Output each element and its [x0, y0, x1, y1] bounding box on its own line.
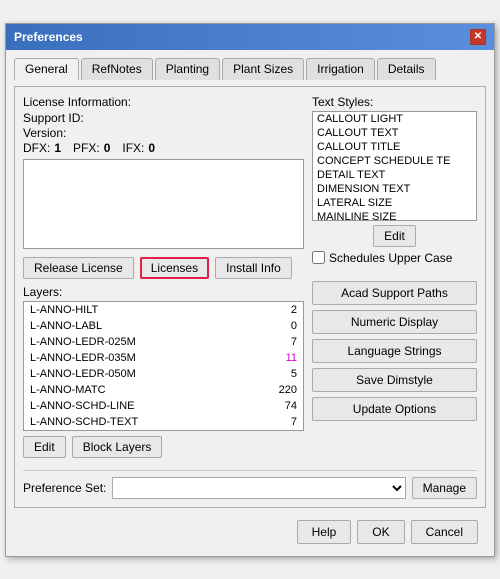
numeric-display-button[interactable]: Numeric Display	[312, 310, 477, 334]
preference-set-row: Preference Set: Manage	[23, 470, 477, 499]
license-text-area[interactable]	[23, 159, 304, 249]
layers-buttons-row: Edit Block Layers	[23, 436, 304, 458]
pfx-value: 0	[104, 141, 111, 155]
close-button[interactable]: ✕	[470, 29, 486, 45]
support-id-label: Support ID:	[23, 111, 304, 125]
ifx-value: 0	[148, 141, 155, 155]
license-buttons-row: Release License Licenses Install Info	[23, 257, 304, 279]
release-license-button[interactable]: Release License	[23, 257, 134, 279]
acad-support-paths-button[interactable]: Acad Support Paths	[312, 281, 477, 305]
list-item[interactable]: DIMENSION TEXT	[313, 182, 476, 196]
list-item[interactable]: LATERAL SIZE	[313, 196, 476, 210]
pfx-item: PFX: 0	[73, 141, 110, 155]
list-item[interactable]: DETAIL TEXT	[313, 168, 476, 182]
dfx-row: DFX: 1 PFX: 0 IFX: 0	[23, 141, 304, 155]
install-info-button[interactable]: Install Info	[215, 257, 292, 279]
text-styles-edit-row: Edit	[312, 225, 477, 247]
ifx-item: IFX: 0	[122, 141, 155, 155]
tab-irrigation[interactable]: Irrigation	[306, 58, 375, 80]
update-options-button[interactable]: Update Options	[312, 397, 477, 421]
dfx-label: DFX:	[23, 141, 50, 155]
schedules-upper-case-checkbox[interactable]	[312, 251, 325, 264]
ok-button[interactable]: OK	[357, 520, 404, 544]
dfx-item: DFX: 1	[23, 141, 61, 155]
tab-details[interactable]: Details	[377, 58, 436, 80]
list-item[interactable]: L-ANNO-MATC220	[24, 382, 303, 398]
manage-button[interactable]: Manage	[412, 477, 477, 499]
text-styles-list[interactable]: CALLOUT LIGHTCALLOUT TEXTCALLOUT TITLECO…	[312, 111, 477, 221]
license-info-label: License Information:	[23, 95, 304, 109]
list-item[interactable]: L-ANNO-LEDR-025M7	[24, 334, 303, 350]
list-item[interactable]: MAINLINE SIZE	[313, 210, 476, 221]
text-styles-edit-button[interactable]: Edit	[373, 225, 416, 247]
list-item[interactable]: L-ANNO-LEDR-035M11	[24, 350, 303, 366]
save-dimstyle-button[interactable]: Save Dimstyle	[312, 368, 477, 392]
dfx-value: 1	[54, 141, 61, 155]
preferences-window: Preferences ✕ General RefNotes Planting …	[5, 23, 495, 557]
list-item[interactable]: L-ANNO-LABL0	[24, 318, 303, 334]
text-styles-section: Text Styles: CALLOUT LIGHTCALLOUT TEXTCA…	[312, 95, 477, 265]
version-label: Version:	[23, 126, 304, 140]
licenses-button[interactable]: Licenses	[140, 257, 209, 279]
list-item[interactable]: CONCEPT SCHEDULE TE	[313, 154, 476, 168]
schedules-row: Schedules Upper Case	[312, 251, 477, 265]
layers-label: Layers:	[23, 285, 304, 299]
list-item[interactable]: CALLOUT LIGHT	[313, 112, 476, 126]
tab-plant-sizes[interactable]: Plant Sizes	[222, 58, 304, 80]
content-area: General RefNotes Planting Plant Sizes Ir…	[6, 50, 494, 556]
ifx-label: IFX:	[122, 141, 144, 155]
help-button[interactable]: Help	[297, 520, 352, 544]
layers-edit-button[interactable]: Edit	[23, 436, 66, 458]
layers-container: L-ANNO-HILT2L-ANNO-LABL0L-ANNO-LEDR-025M…	[23, 301, 304, 436]
preference-set-dropdown[interactable]	[112, 477, 405, 499]
preference-set-label: Preference Set:	[23, 481, 106, 495]
text-styles-label: Text Styles:	[312, 95, 477, 109]
title-bar: Preferences ✕	[6, 24, 494, 50]
list-item[interactable]: CALLOUT TITLE	[313, 140, 476, 154]
tab-content: License Information: Support ID: Version…	[14, 86, 486, 508]
window-title: Preferences	[14, 30, 83, 44]
layers-section: Layers: L-ANNO-HILT2L-ANNO-LABL0L-ANNO-L…	[23, 285, 304, 458]
tab-refnotes[interactable]: RefNotes	[81, 58, 153, 80]
tab-general[interactable]: General	[14, 58, 79, 80]
main-layout: License Information: Support ID: Version…	[23, 95, 477, 464]
list-item[interactable]: L-ANNO-LEDR-050M5	[24, 366, 303, 382]
right-action-buttons: Acad Support Paths Numeric Display Langu…	[312, 281, 477, 421]
cancel-button[interactable]: Cancel	[411, 520, 478, 544]
layers-list[interactable]: L-ANNO-HILT2L-ANNO-LABL0L-ANNO-LEDR-025M…	[23, 301, 304, 431]
block-layers-button[interactable]: Block Layers	[72, 436, 163, 458]
left-column: License Information: Support ID: Version…	[23, 95, 304, 464]
list-item[interactable]: L-ANNO-HILT2	[24, 302, 303, 318]
list-item[interactable]: CALLOUT TEXT	[313, 126, 476, 140]
language-strings-button[interactable]: Language Strings	[312, 339, 477, 363]
list-item[interactable]: L-ANNO-SCHD-LINE74	[24, 398, 303, 414]
tab-bar: General RefNotes Planting Plant Sizes Ir…	[14, 58, 486, 80]
right-column: Text Styles: CALLOUT LIGHTCALLOUT TEXTCA…	[312, 95, 477, 464]
bottom-buttons-row: Help OK Cancel	[14, 516, 486, 548]
tab-planting[interactable]: Planting	[155, 58, 220, 80]
pfx-label: PFX:	[73, 141, 100, 155]
list-item[interactable]: L-ANNO-SCHD-TEXT7	[24, 414, 303, 430]
schedules-upper-case-label: Schedules Upper Case	[329, 251, 452, 265]
